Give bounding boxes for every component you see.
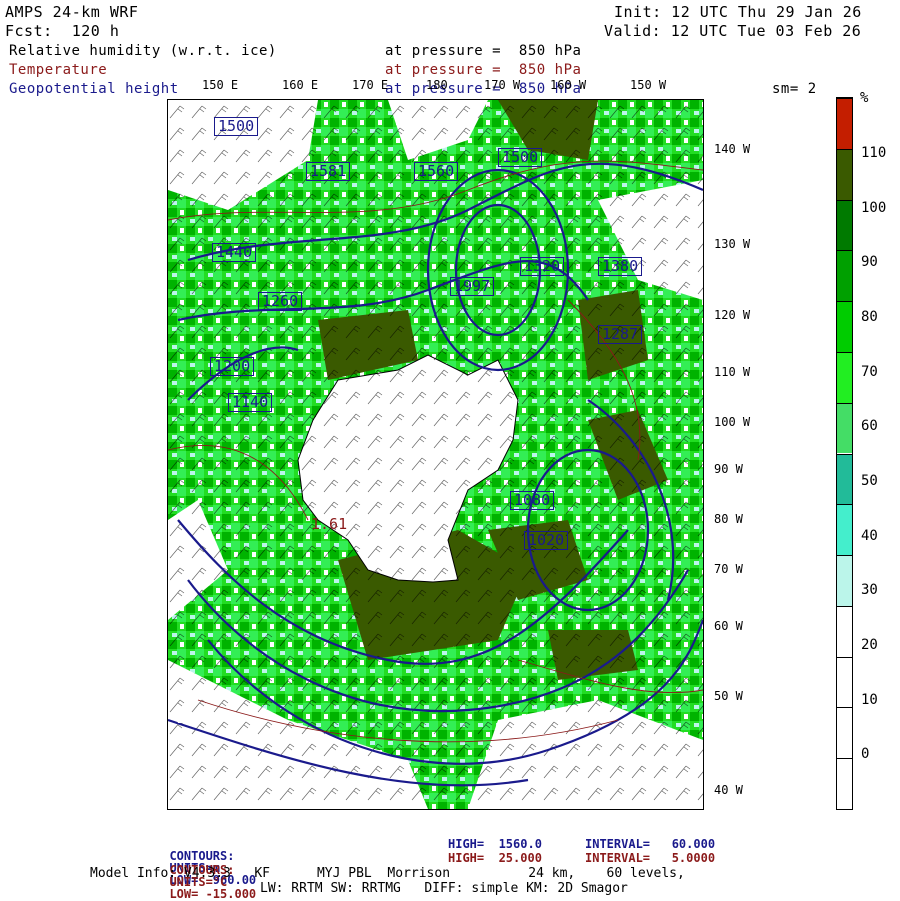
contour-label: 1260 [258,292,303,311]
lon-label-180: 180 [426,78,448,92]
colorbar-segment [837,250,852,302]
contour-label: 1320 [520,257,565,276]
lon-label-170e: 170 E [352,78,389,92]
model-info: Model Info: V4.3.3 KF MYJ PBL Morrison 2… [90,866,685,881]
contour-label: 1200 [210,357,255,376]
contour-label: 1380 [598,257,643,276]
contour-label: 1581 [306,162,351,181]
lon-label-40w: 40 W [714,783,743,797]
map-graphic [168,100,703,809]
wind-barbs [168,100,703,809]
colorbar-segment [837,504,852,556]
colorbar-label: 100 [861,200,887,216]
colorbar-segment [837,605,852,657]
footer-high: HIGH= 1560.0 [448,837,542,851]
contour-label: 1440 [212,243,257,262]
lon-label-110w: 110 W [714,365,751,379]
colorbar-segment [837,199,852,251]
lon-label-130w: 130 W [714,237,751,251]
contour-label: 1997 [450,277,495,296]
contour-label: 1500 [498,148,543,167]
lon-label-170w: 170 W [484,78,521,92]
forecast-hour: Fcst: 120 h [5,22,120,40]
colorbar-segment [837,656,852,708]
temperature-label: 1.28 [176,711,210,727]
footer-low: LOW= -15.000 [169,887,257,901]
contour-label: 1020 [524,531,569,550]
smoothing-label: sm= 2 [772,81,817,97]
lon-label-120w: 120 W [714,308,751,322]
lon-label-150e: 150 E [202,78,239,92]
colorbar-segment [837,453,852,505]
lon-label-160w: 160 W [550,78,587,92]
field-geopot-label: Geopotential height [9,81,179,97]
humidity-colorbar [836,97,853,810]
colorbar-label: 110 [861,145,887,161]
lon-label-90w: 90 W [714,462,743,476]
colorbar-segment [837,758,852,809]
colorbar-segment [837,148,852,200]
colorbar-segment [837,351,852,403]
model-title: AMPS 24-km WRF [5,3,139,21]
field-rh-label: Relative humidity (w.r.t. ice) [9,43,277,59]
colorbar-label: 30 [861,582,878,598]
contour-label: 1140 [228,393,273,412]
contour-label: 1287 [598,325,643,344]
footer-interval: INTERVAL= 60.000 [585,837,716,851]
colorbar-label: 50 [861,473,878,489]
colorbar-label: 10 [861,692,878,708]
contour-label: 1500 [214,117,259,136]
lon-label-160e: 160 E [282,78,319,92]
colorbar-label: 70 [861,364,878,380]
temperature-label: 1.61 [311,515,348,533]
weather-map: 1500 1581 1560 1500 1440 1380 1320 1260 … [167,99,704,810]
init-time: Init: 12 UTC Thu 29 Jan 26 [614,3,862,21]
footer-high: HIGH= 25.000 [448,851,542,865]
colorbar-label: 90 [861,254,878,270]
contour-label: 1080 [510,491,555,510]
colorbar-unit: % [860,90,869,106]
lon-label-140w: 140 W [714,142,751,156]
colorbar-label: 80 [861,309,878,325]
lon-label-50w: 50 W [714,689,743,703]
colorbar-segment [837,98,852,149]
colorbar-segment [837,707,852,759]
colorbar-label: 0 [861,746,870,762]
lon-label-150w: 150 W [630,78,667,92]
contour-label: 1560 [414,162,459,181]
footer-interval: INTERVAL= 5.0000 [585,851,716,865]
field-temp-label: Temperature [9,62,108,78]
lon-label-80w: 80 W [714,512,743,526]
colorbar-label: 40 [861,528,878,544]
field-rh-pressure: at pressure = 850 hPa [385,43,582,59]
model-info-physics: LW: RRTM SW: RRTMG DIFF: simple KM: 2D S… [260,881,628,896]
colorbar-segment [837,555,852,606]
field-temp-pressure: at pressure = 850 hPa [385,62,582,78]
lon-label-100w: 100 W [714,415,751,429]
lon-label-70w: 70 W [714,562,743,576]
valid-time: Valid: 12 UTC Tue 03 Feb 26 [604,22,862,40]
colorbar-label: 60 [861,418,878,434]
colorbar-segment [837,301,852,352]
colorbar-segment [837,402,852,454]
lon-label-60w: 60 W [714,619,743,633]
colorbar-label: 20 [861,637,878,653]
